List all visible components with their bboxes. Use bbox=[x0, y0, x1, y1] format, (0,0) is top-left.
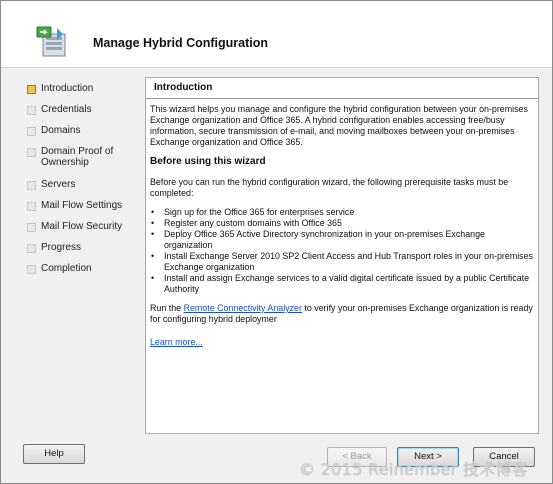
step-pending-indicator-icon bbox=[27, 202, 36, 211]
content-title: Introduction bbox=[154, 82, 213, 93]
step-label: Credentials bbox=[41, 104, 92, 115]
bullet-icon: • bbox=[151, 207, 155, 217]
step-pending-indicator-icon bbox=[27, 244, 36, 253]
step-pending-indicator-icon bbox=[27, 265, 36, 274]
watermark: © 2015 Reinember 技术博客 bbox=[299, 460, 529, 479]
step-pending-indicator-icon bbox=[27, 181, 36, 190]
step-label: Completion bbox=[41, 263, 92, 274]
wizard-steps: Introduction Credentials Domains Domain … bbox=[27, 81, 142, 282]
step-pending-indicator-icon bbox=[27, 223, 36, 232]
list-item: • Deploy Office 365 Active Directory sync… bbox=[151, 229, 485, 250]
before-heading: Before using this wizard bbox=[150, 156, 266, 167]
step-label: Mail Flow Settings bbox=[41, 200, 123, 211]
step-domains: Domains bbox=[27, 123, 142, 144]
step-label: Progress bbox=[41, 242, 82, 253]
before-text: Before you can run the hybrid configurat… bbox=[150, 177, 509, 198]
step-introduction: Introduction bbox=[27, 81, 142, 102]
wizard-window: Manage Hybrid Configuration Introduction… bbox=[0, 0, 553, 484]
step-progress: Progress bbox=[27, 240, 142, 261]
step-label: Mail Flow Security bbox=[41, 221, 123, 232]
wizard-header: Manage Hybrid Configuration bbox=[1, 1, 552, 68]
content-panel: Introduction This wizard helps you manag… bbox=[145, 77, 539, 434]
rca-text: Run the Remote Connectivity Analyzer to … bbox=[150, 303, 533, 324]
bullet-icon: • bbox=[151, 229, 155, 239]
bullet-icon: • bbox=[151, 273, 155, 283]
step-credentials: Credentials bbox=[27, 102, 142, 123]
step-label: Domains bbox=[41, 125, 81, 136]
content-header: Introduction bbox=[146, 78, 538, 99]
step-domain-proof-of-ownership: Domain Proof of Ownership bbox=[27, 144, 142, 177]
bullet-icon: • bbox=[151, 251, 155, 261]
step-completion: Completion bbox=[27, 261, 142, 282]
help-button[interactable]: Help bbox=[23, 444, 85, 464]
list-item: • Install and assign Exchange services to… bbox=[151, 273, 530, 294]
bullet-icon: • bbox=[151, 218, 155, 228]
hybrid-config-wizard-icon bbox=[36, 26, 66, 57]
list-item: • Sign up for the Office 365 for enterpri… bbox=[151, 207, 355, 217]
list-item: • Install Exchange Server 2010 SP2 Client… bbox=[151, 251, 533, 272]
step-servers: Servers bbox=[27, 177, 142, 198]
remote-connectivity-analyzer-link[interactable]: Remote Connectivity Analyzer bbox=[184, 303, 302, 313]
step-active-indicator-icon bbox=[27, 85, 36, 94]
step-mail-flow-settings: Mail Flow Settings bbox=[27, 198, 142, 219]
intro-text: This wizard helps you manage and configu… bbox=[150, 104, 528, 147]
step-pending-indicator-icon bbox=[27, 127, 36, 136]
step-label: Domain Proof of Ownership bbox=[41, 146, 114, 168]
step-pending-indicator-icon bbox=[27, 148, 36, 157]
wizard-title: Manage Hybrid Configuration bbox=[93, 36, 268, 50]
step-label: Introduction bbox=[41, 83, 94, 94]
step-mail-flow-security: Mail Flow Security bbox=[27, 219, 142, 240]
prerequisite-list: • Sign up for the Office 365 for enterpri… bbox=[150, 207, 533, 295]
step-label: Servers bbox=[41, 179, 76, 190]
content-body: This wizard helps you manage and configu… bbox=[150, 104, 533, 356]
list-item: • Register any custom domains with Office… bbox=[151, 218, 342, 228]
learn-more-link[interactable]: Learn more... bbox=[150, 337, 203, 347]
step-pending-indicator-icon bbox=[27, 106, 36, 115]
